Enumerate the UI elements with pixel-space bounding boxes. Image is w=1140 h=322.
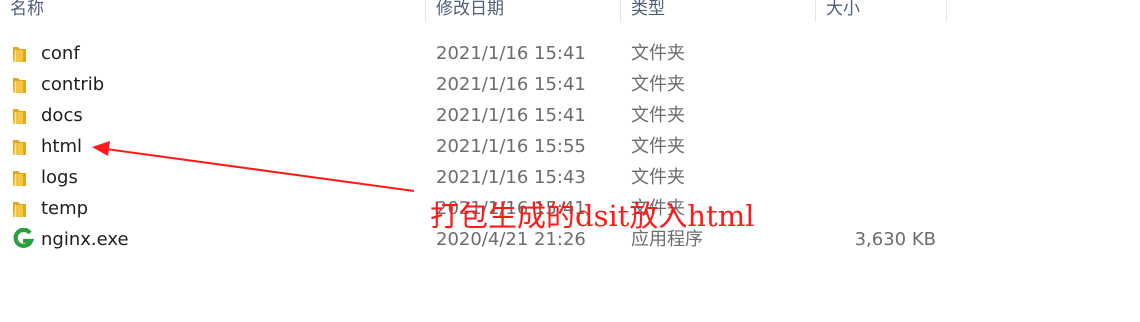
file-modified: 2021/1/16 15:41: [436, 105, 586, 126]
file-name: html: [41, 136, 83, 157]
folder-icon: [12, 135, 34, 157]
column-header-name[interactable]: 名称: [10, 0, 44, 22]
column-divider[interactable]: [425, 0, 426, 22]
file-modified: 2021/1/16 15:41: [436, 74, 586, 95]
file-row-logs[interactable]: logs 2021/1/16 15:43 文件夹: [0, 162, 1140, 193]
file-name: logs: [41, 167, 78, 188]
file-name: conf: [41, 43, 80, 64]
file-row-html[interactable]: html 2021/1/16 15:55 文件夹: [0, 131, 1140, 162]
column-header-modified[interactable]: 修改日期: [436, 0, 504, 22]
file-modified: 2021/1/16 15:43: [436, 167, 586, 188]
file-row-docs[interactable]: docs 2021/1/16 15:41 文件夹: [0, 100, 1140, 131]
file-type: 文件夹: [631, 43, 685, 64]
file-name: contrib: [41, 74, 105, 95]
file-modified: 2021/1/16 15:55: [436, 136, 586, 157]
file-type: 文件夹: [631, 74, 685, 95]
file-type: 文件夹: [631, 167, 685, 188]
folder-icon: [12, 73, 34, 95]
file-row-contrib[interactable]: contrib 2021/1/16 15:41 文件夹: [0, 69, 1140, 100]
annotation-label: 打包生成的dsit放入html: [430, 199, 755, 233]
file-name: nginx.exe: [41, 229, 129, 250]
file-explorer: 名称 修改日期 类型 大小 conf 2021/1/16 15:41 文件夹 c…: [0, 0, 1140, 322]
file-size: 3,630 KB: [854, 229, 936, 250]
file-modified: 2021/1/16 15:41: [436, 43, 586, 64]
folder-icon: [12, 104, 34, 126]
column-divider[interactable]: [620, 0, 621, 22]
column-divider[interactable]: [946, 0, 947, 22]
file-row-conf[interactable]: conf 2021/1/16 15:41 文件夹: [0, 38, 1140, 69]
file-name: docs: [41, 105, 83, 126]
folder-icon: [12, 166, 34, 188]
column-divider[interactable]: [815, 0, 816, 22]
folder-icon: [12, 42, 34, 64]
file-type: 文件夹: [631, 136, 685, 157]
file-name: temp: [41, 198, 89, 219]
nginx-app-icon: [12, 227, 35, 250]
folder-icon: [12, 197, 34, 219]
column-header-size[interactable]: 大小: [826, 0, 860, 22]
file-type: 文件夹: [631, 105, 685, 126]
column-header-type[interactable]: 类型: [631, 0, 665, 22]
column-header-bar: 名称 修改日期 类型 大小: [0, 0, 1140, 22]
